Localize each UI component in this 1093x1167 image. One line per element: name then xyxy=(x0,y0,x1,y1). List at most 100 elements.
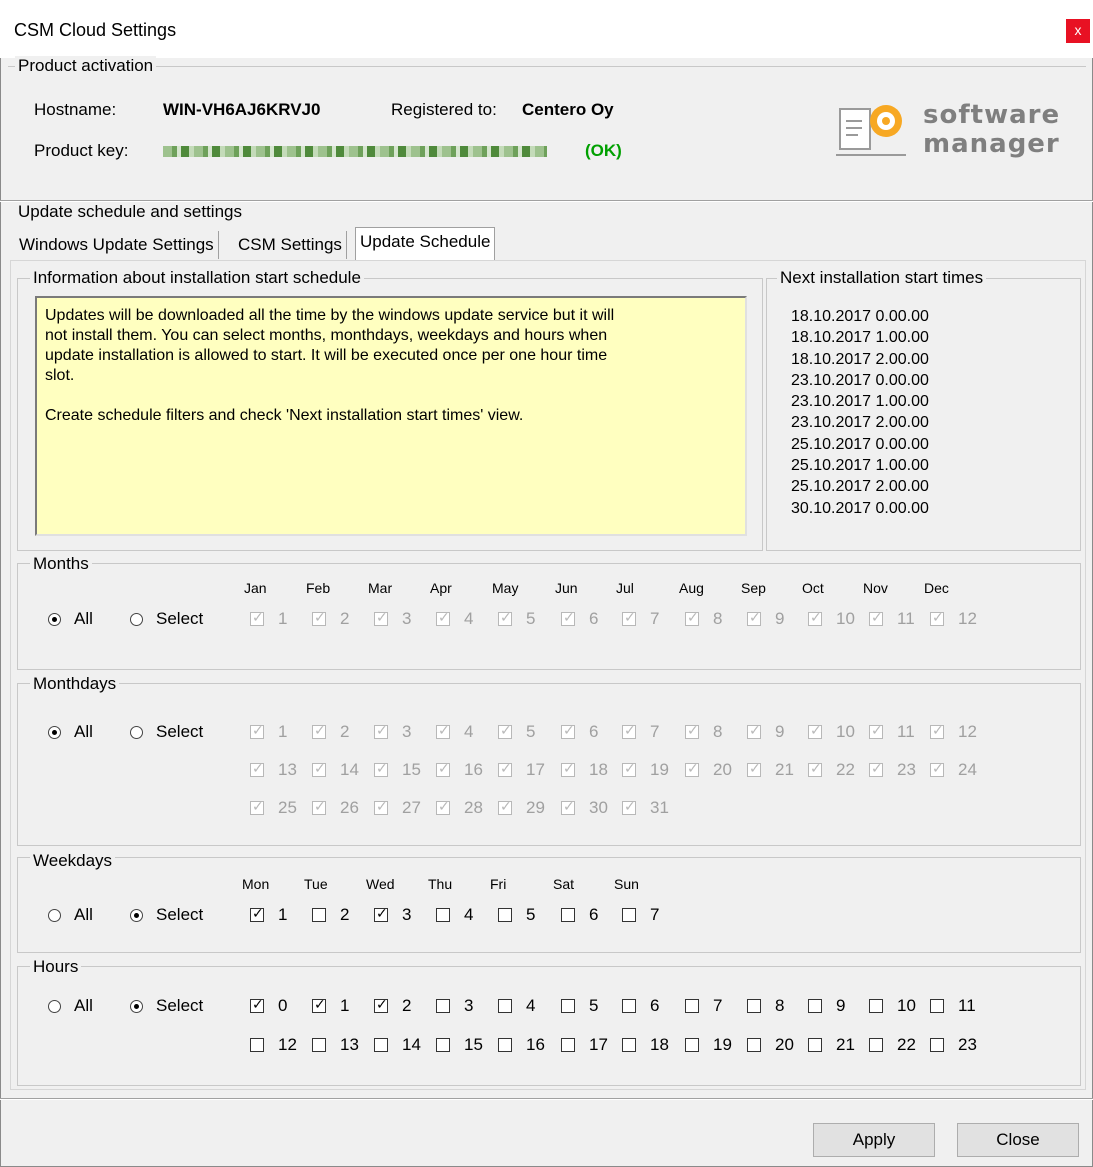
close-button[interactable]: Close xyxy=(957,1123,1079,1157)
checkmark-icon: ✓ xyxy=(438,798,450,814)
hour-checkbox[interactable] xyxy=(808,1038,822,1052)
hour-checkbox[interactable] xyxy=(930,1038,944,1052)
hour-checkbox[interactable] xyxy=(436,999,450,1013)
hour-checkbox[interactable] xyxy=(436,1038,450,1052)
checkmark-icon: ✓ xyxy=(687,722,699,738)
checkmark-icon: ✓ xyxy=(624,609,636,625)
monthday-checkbox: ✓ xyxy=(312,799,326,815)
month-column-label: Jan xyxy=(244,580,267,596)
checkmark-icon: ✓ xyxy=(932,609,944,625)
hours-title: Hours xyxy=(30,957,82,977)
checkmark-icon: ✓ xyxy=(314,609,326,625)
monthday-checkbox-label: 21 xyxy=(775,760,794,779)
month-checkbox-label: 3 xyxy=(402,609,412,628)
months-select-radio[interactable] xyxy=(130,613,143,626)
weekdays-all-radio[interactable] xyxy=(48,909,61,922)
monthdays-all-radio[interactable] xyxy=(48,726,61,739)
hour-checkbox[interactable] xyxy=(869,1038,883,1052)
month-checkbox: ✓ xyxy=(869,609,883,626)
update-settings-title: Update schedule and settings xyxy=(15,202,245,222)
month-column-label: Jul xyxy=(616,580,634,596)
monthday-checkbox: ✓ xyxy=(250,723,264,739)
hour-checkbox[interactable]: ✓ xyxy=(312,997,326,1013)
hour-checkbox[interactable] xyxy=(561,999,575,1013)
hour-checkbox[interactable] xyxy=(869,999,883,1013)
hour-checkbox[interactable] xyxy=(498,999,512,1013)
hour-checkbox[interactable] xyxy=(685,999,699,1013)
monthday-checkbox-label: 29 xyxy=(526,798,545,817)
hour-checkbox-label: 21 xyxy=(836,1035,855,1054)
hour-checkbox[interactable] xyxy=(561,1038,575,1052)
hour-checkbox-label: 7 xyxy=(713,996,723,1015)
weekday-checkbox[interactable] xyxy=(498,908,512,922)
hour-checkbox[interactable] xyxy=(312,1038,326,1052)
month-checkbox-label: 10 xyxy=(836,609,855,628)
hour-checkbox-label: 10 xyxy=(897,996,916,1015)
registered-label: Registered to: xyxy=(391,100,497,119)
hour-checkbox[interactable] xyxy=(374,1038,388,1052)
monthday-checkbox: ✓ xyxy=(685,722,699,739)
close-window-button[interactable]: x xyxy=(1066,19,1090,43)
hour-checkbox[interactable] xyxy=(930,999,944,1013)
month-checkbox-label: 2 xyxy=(340,609,350,628)
weekday-checkbox[interactable] xyxy=(436,908,450,922)
tab-update-schedule[interactable]: Update Schedule xyxy=(355,227,496,260)
monthday-checkbox-label: 8 xyxy=(713,722,723,741)
monthdays-select-radio[interactable] xyxy=(130,726,143,739)
weekday-checkbox[interactable] xyxy=(561,908,575,922)
hour-checkbox[interactable] xyxy=(250,1038,264,1052)
monthday-checkbox-label: 15 xyxy=(402,760,421,779)
checkmark-icon: ✓ xyxy=(871,609,883,625)
hour-checkbox[interactable]: ✓ xyxy=(374,997,388,1013)
weekdays-title: Weekdays xyxy=(30,851,116,871)
next-time-item: 18.10.2017 1.00.00 xyxy=(791,329,929,347)
next-time-item: 18.10.2017 2.00.00 xyxy=(791,350,929,368)
hour-checkbox-label: 14 xyxy=(402,1035,421,1054)
tab-windows-update-settings[interactable]: Windows Update Settings xyxy=(15,231,219,259)
month-checkbox-label: 5 xyxy=(526,609,536,628)
monthday-checkbox-label: 25 xyxy=(278,798,297,817)
weekday-checkbox[interactable]: ✓ xyxy=(250,906,264,922)
tab-csm-settings[interactable]: CSM Settings xyxy=(234,231,347,259)
monthday-checkbox-label: 1 xyxy=(278,722,288,741)
checkmark-icon: ✓ xyxy=(749,760,761,776)
monthday-checkbox-label: 28 xyxy=(464,798,483,817)
month-checkbox: ✓ xyxy=(930,609,944,626)
hour-checkbox[interactable] xyxy=(747,999,761,1013)
checkmark-icon: ✓ xyxy=(624,798,636,814)
month-column-label: Feb xyxy=(306,580,331,596)
weekdays-select-radio[interactable] xyxy=(130,909,143,922)
weekday-checkbox[interactable] xyxy=(312,908,326,922)
checkmark-icon: ✓ xyxy=(687,609,699,625)
hour-checkbox[interactable] xyxy=(622,1038,636,1052)
month-column-label: Aug xyxy=(679,580,704,596)
hour-checkbox[interactable] xyxy=(498,1038,512,1052)
next-time-item: 18.10.2017 0.00.00 xyxy=(791,308,929,325)
months-all-label: All xyxy=(74,609,93,628)
hour-checkbox[interactable]: ✓ xyxy=(250,997,264,1013)
next-time-item: 25.10.2017 0.00.00 xyxy=(791,435,929,453)
hour-checkbox[interactable] xyxy=(747,1038,761,1052)
monthday-checkbox-label: 22 xyxy=(836,760,855,779)
weekday-checkbox[interactable] xyxy=(622,908,636,922)
month-checkbox: ✓ xyxy=(561,610,575,626)
month-checkbox: ✓ xyxy=(312,609,326,626)
checkmark-icon: ✓ xyxy=(314,722,326,738)
hours-all-radio[interactable] xyxy=(48,1000,61,1013)
next-time-item: 25.10.2017 1.00.00 xyxy=(791,457,929,475)
hour-checkbox[interactable] xyxy=(685,1038,699,1052)
months-all-radio[interactable] xyxy=(48,613,61,626)
monthday-checkbox-label: 18 xyxy=(589,760,608,779)
weekday-column-label: Fri xyxy=(490,876,507,892)
hour-checkbox-label: 17 xyxy=(589,1035,608,1054)
hour-checkbox-label: 12 xyxy=(278,1035,297,1054)
month-column-label: Dec xyxy=(924,580,949,596)
hour-checkbox[interactable] xyxy=(808,999,822,1013)
weekday-checkbox[interactable]: ✓ xyxy=(374,906,388,922)
monthday-checkbox: ✓ xyxy=(808,723,822,739)
hours-select-radio[interactable] xyxy=(130,1000,143,1013)
apply-button[interactable]: Apply xyxy=(813,1123,935,1157)
monthday-checkbox-label: 31 xyxy=(650,798,669,817)
hour-checkbox[interactable] xyxy=(622,999,636,1013)
monthday-checkbox-label: 11 xyxy=(897,722,915,741)
